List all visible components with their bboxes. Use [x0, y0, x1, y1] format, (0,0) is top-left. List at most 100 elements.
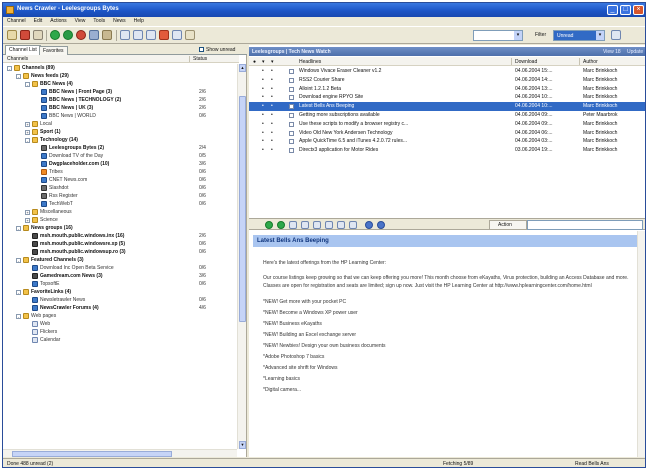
column-divider[interactable]: [579, 58, 580, 65]
tab-channel-list[interactable]: Channel List: [5, 45, 41, 55]
tree-node[interactable]: TopsoftE 0/6: [3, 280, 237, 288]
collapse-icon[interactable]: -: [25, 82, 30, 87]
column-divider[interactable]: [511, 58, 512, 65]
tree-node[interactable]: Newsletrawler News 0/6: [3, 296, 237, 304]
settings-icon[interactable]: [120, 30, 130, 40]
scroll-down-icon[interactable]: ▼: [239, 441, 246, 449]
flag-dot-icon[interactable]: •: [271, 103, 273, 109]
expand-icon[interactable]: +: [25, 210, 30, 215]
tab-favorites[interactable]: Favorites: [39, 46, 68, 55]
open-icon[interactable]: [20, 30, 30, 40]
tree-node[interactable]: - Featured Channels (3): [3, 256, 237, 264]
read-dot-icon[interactable]: •: [262, 86, 264, 92]
flag-dot-icon[interactable]: •: [271, 68, 273, 74]
menu-help[interactable]: Help: [130, 17, 148, 24]
mail-icon[interactable]: [337, 221, 345, 229]
refresh-icon[interactable]: [50, 30, 60, 40]
read-dot-icon[interactable]: •: [262, 112, 264, 118]
list-icon[interactable]: [146, 30, 156, 40]
headline-row[interactable]: • • Latest Bells Ans Beeping 04.06.2004 10:…: [249, 102, 645, 111]
close-button[interactable]: ×: [633, 5, 644, 15]
tree-node[interactable]: BBC News | UK (3) 2/6: [3, 104, 237, 112]
minimize-button[interactable]: _: [607, 5, 618, 15]
back-icon[interactable]: [265, 221, 273, 229]
search-icon[interactable]: [89, 30, 99, 40]
forward-icon[interactable]: [277, 221, 285, 229]
forward-icon[interactable]: [76, 30, 86, 40]
flag-dot-icon[interactable]: •: [271, 112, 273, 118]
column-headlines[interactable]: Headlines: [299, 59, 321, 65]
menu-news[interactable]: News: [109, 17, 130, 24]
menu-view[interactable]: View: [71, 17, 90, 24]
tree-node[interactable]: - Channels (89): [3, 64, 237, 72]
tree-node[interactable]: Download Inc Open Beta Service 0/6: [3, 264, 237, 272]
tree-node[interactable]: Dwgplaceholder.com (10) 3/6: [3, 160, 237, 168]
read-dot-icon[interactable]: •: [262, 138, 264, 144]
headline-row[interactable]: • • Video Old New York Andersen Technology…: [249, 129, 645, 138]
tree-node[interactable]: Gamedream.com News (3) 3/6: [3, 272, 237, 280]
tree-node[interactable]: BBC News | Front Page (3) 2/6: [3, 88, 237, 96]
filter-icon[interactable]: [102, 30, 112, 40]
expand-icon[interactable]: +: [25, 218, 30, 223]
scroll-up-icon[interactable]: ▲: [239, 64, 246, 72]
window-icon[interactable]: [133, 30, 143, 40]
headline-row[interactable]: • • Directx3 application for Motor Rides 03…: [249, 146, 645, 155]
tree-node[interactable]: Tribes 0/6: [3, 168, 237, 176]
tree-node[interactable]: Flickers: [3, 328, 237, 336]
tree-node[interactable]: msh.mouth.public.windowsup.ro (3) 0/6: [3, 248, 237, 256]
collapse-icon[interactable]: -: [16, 258, 21, 263]
tree-node[interactable]: NewsCrawler Forums (4) 4/6: [3, 304, 237, 312]
tree-node[interactable]: Download TV of the Day 0/5: [3, 152, 237, 160]
tree-node[interactable]: - BBC News (4): [3, 80, 237, 88]
copy-icon[interactable]: [301, 221, 309, 229]
collapse-icon[interactable]: -: [7, 66, 12, 71]
tree-node[interactable]: TechWebT 0/6: [3, 200, 237, 208]
flag-dot-icon[interactable]: •: [271, 121, 273, 127]
headline-row[interactable]: • • RSS2 Courier Share 04.06.2004 14:... Mar…: [249, 76, 645, 85]
read-dot-icon[interactable]: •: [262, 121, 264, 127]
headline-row[interactable]: • • Use these scripts to modify a browser …: [249, 120, 645, 129]
tree-node[interactable]: Slashdot 0/6: [3, 184, 237, 192]
menu-channel[interactable]: Channel: [3, 17, 30, 24]
expand-icon[interactable]: +: [25, 130, 30, 135]
scrollbar-thumb[interactable]: [239, 96, 246, 322]
maximize-button[interactable]: □: [620, 5, 631, 15]
read-dot-icon[interactable]: •: [262, 94, 264, 100]
headline-row[interactable]: • • Apple QuickTime 6.5 and iTunes 4.2.0.7…: [249, 137, 645, 146]
new-icon[interactable]: [7, 30, 17, 40]
column-download[interactable]: Download: [515, 59, 537, 65]
collapse-icon[interactable]: -: [16, 290, 21, 295]
zoom-combo[interactable]: ▾: [473, 30, 523, 41]
tree-node[interactable]: Rss Register 0/6: [3, 192, 237, 200]
feed-update-link[interactable]: Update: [627, 49, 643, 55]
tree-node[interactable]: + Sport (1): [3, 128, 237, 136]
action-field[interactable]: [527, 220, 643, 230]
read-dot-icon[interactable]: •: [262, 77, 264, 83]
read-dot-icon[interactable]: •: [262, 147, 264, 153]
show-unread-checkbox[interactable]: Show unread: [199, 47, 235, 53]
tree-node[interactable]: - Web pages: [3, 312, 237, 320]
checkbox-box[interactable]: [199, 47, 204, 53]
list-icon[interactable]: [349, 221, 357, 229]
globe-icon[interactable]: [377, 221, 385, 229]
collapse-icon[interactable]: -: [25, 138, 30, 143]
tree-node[interactable]: Calendar: [3, 336, 237, 344]
chevron-down-icon[interactable]: ▾: [596, 31, 604, 40]
menu-tools[interactable]: Tools: [89, 17, 109, 24]
print-icon[interactable]: [33, 30, 43, 40]
collapse-icon[interactable]: -: [16, 314, 21, 319]
tree-node[interactable]: BBC News | WORLD 0/6: [3, 112, 237, 120]
tree-node[interactable]: msh.mouth.public.windows.inx (16) 2/6: [3, 232, 237, 240]
attach-column-icon[interactable]: ▾: [271, 59, 274, 65]
flag-dot-icon[interactable]: •: [271, 94, 273, 100]
tree-node[interactable]: CNET News.com 0/6: [3, 176, 237, 184]
flag-column-icon[interactable]: ●: [253, 59, 256, 65]
scrollbar-thumb[interactable]: [12, 451, 172, 457]
tree-node[interactable]: Leelesgroups Bytes (2) 2/4: [3, 144, 237, 152]
flag-dot-icon[interactable]: •: [271, 86, 273, 92]
action-button[interactable]: Action: [489, 220, 527, 230]
save-icon[interactable]: [325, 221, 333, 229]
print-icon[interactable]: [313, 221, 321, 229]
headline-row[interactable]: • • Download engine RPYO Site 04.06.2004 10…: [249, 93, 645, 102]
flag-dot-icon[interactable]: •: [271, 138, 273, 144]
